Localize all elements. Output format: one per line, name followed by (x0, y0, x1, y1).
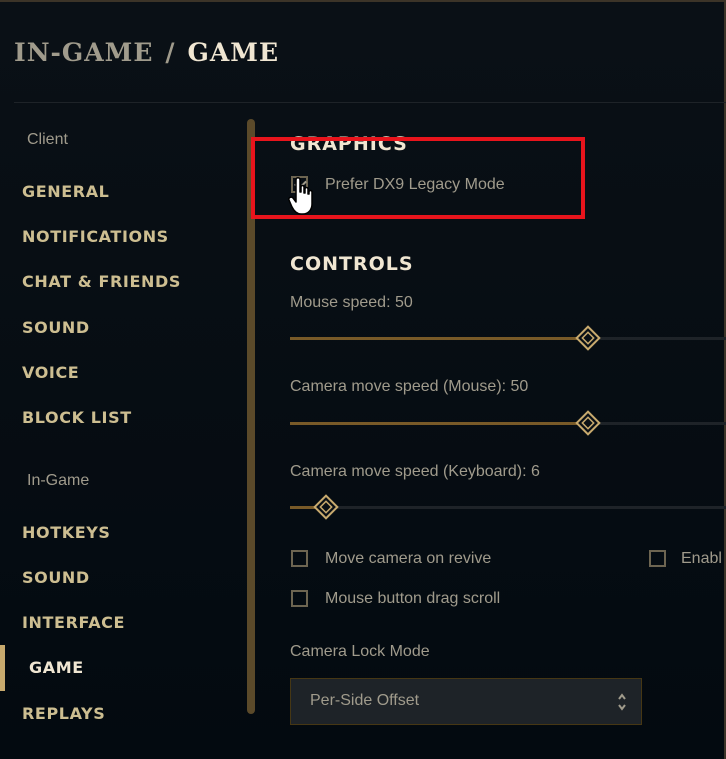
sidebar-item-general[interactable]: GENERAL (22, 182, 109, 201)
sidebar-item-hotkeys[interactable]: HOTKEYS (22, 523, 111, 542)
move-camera-revive-label[interactable]: Move camera on revive (325, 550, 491, 568)
camera-mouse-speed-slider[interactable] (290, 422, 726, 425)
hand-cursor-icon (288, 177, 313, 215)
settings-window: IN-GAME / GAME Client GENERAL NOTIFICATION… (0, 0, 726, 759)
sidebar-item-block-list[interactable]: BLOCK LIST (22, 408, 132, 427)
sidebar-item-interface[interactable]: INTERFACE (22, 613, 125, 632)
move-camera-revive-checkbox[interactable] (291, 550, 308, 567)
enable-label[interactable]: Enabl (681, 550, 722, 568)
sidebar-section-ingame: In-Game (27, 472, 90, 489)
slider-fill (290, 422, 588, 425)
enable-checkbox[interactable] (649, 550, 666, 567)
controls-heading: CONTROLS (290, 253, 414, 275)
header-divider (14, 102, 726, 103)
mouse-speed-thumb[interactable] (574, 325, 601, 351)
slider-fill (290, 337, 588, 340)
mouse-drag-scroll-label[interactable]: Mouse button drag scroll (325, 590, 500, 608)
sidebar-item-sound-client[interactable]: SOUND (22, 318, 90, 337)
mouse-speed-label: Mouse speed: 50 (290, 294, 413, 311)
sidebar-item-replays[interactable]: REPLAYS (22, 704, 105, 723)
active-indicator (0, 645, 5, 691)
camera-keyboard-speed-label: Camera move speed (Keyboard): 6 (290, 463, 540, 480)
camera-keyboard-speed-thumb[interactable] (312, 494, 339, 520)
sidebar-item-game[interactable]: GAME (29, 658, 84, 677)
camera-lock-mode-value: Per-Side Offset (310, 692, 420, 709)
page-title: IN-GAME / GAME (14, 38, 279, 67)
camera-lock-mode-label: Camera Lock Mode (290, 643, 430, 660)
camera-lock-mode-select[interactable]: Per-Side Offset (290, 678, 642, 725)
sidebar-section-client: Client (27, 131, 68, 148)
mouse-drag-scroll-checkbox[interactable] (291, 590, 308, 607)
sidebar-item-voice[interactable]: VOICE (22, 363, 79, 382)
chevron-up-down-icon (618, 693, 626, 711)
breadcrumb-separator: / (165, 38, 176, 67)
sidebar-item-chat-friends[interactable]: CHAT & FRIENDS (22, 272, 181, 291)
breadcrumb-parent[interactable]: IN-GAME (14, 38, 153, 67)
mouse-speed-slider[interactable] (290, 337, 726, 340)
camera-keyboard-speed-slider[interactable] (290, 506, 726, 509)
camera-mouse-speed-label: Camera move speed (Mouse): 50 (290, 378, 529, 395)
camera-mouse-speed-thumb[interactable] (574, 410, 601, 436)
breadcrumb-current: GAME (187, 38, 280, 67)
sidebar-item-notifications[interactable]: NOTIFICATIONS (22, 227, 169, 246)
sidebar-item-sound-ingame[interactable]: SOUND (22, 568, 90, 587)
